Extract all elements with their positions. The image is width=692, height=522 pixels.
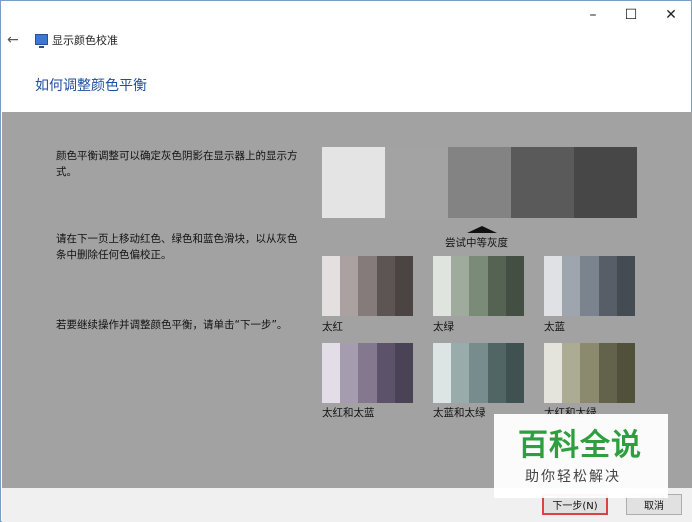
sample-label-too-green: 太绿 (433, 321, 454, 333)
sample-6-swatch-1 (544, 343, 563, 403)
sample-2-swatch-1 (433, 256, 452, 316)
sample-4-swatch-3 (358, 343, 377, 403)
sample-1-swatch-1 (322, 256, 341, 316)
sample-strip-too-green (433, 256, 525, 316)
sample-4-swatch-4 (376, 343, 395, 403)
reference-grayscale-strip (322, 147, 637, 218)
back-arrow-icon[interactable]: ← (7, 32, 23, 48)
instruction-text-1: 颜色平衡调整可以确定灰色阴影在显示器上的显示方式。 (56, 150, 298, 178)
sample-1-swatch-4 (376, 256, 395, 316)
sample-1-swatch-5 (394, 256, 414, 316)
watermark-overlay: 百科全说 助你轻松解决 (494, 414, 668, 498)
page-title: 如何调整颜色平衡 (35, 78, 147, 94)
minimize-button[interactable]: – (575, 1, 611, 29)
sample-1-swatch-2 (340, 256, 359, 316)
sample-4-swatch-2 (340, 343, 359, 403)
sample-6-swatch-3 (580, 343, 599, 403)
reference-label: 尝试中等灰度 (445, 237, 508, 249)
sample-2-swatch-2 (451, 256, 470, 316)
sample-label-too-blue: 太蓝 (544, 321, 565, 333)
sample-3-swatch-2 (562, 256, 581, 316)
sample-2-swatch-5 (505, 256, 525, 316)
sample-strip-too-blue (544, 256, 636, 316)
reference-swatch-3 (448, 147, 511, 218)
sample-5-swatch-3 (469, 343, 488, 403)
sample-6-swatch-5 (616, 343, 636, 403)
sample-2-swatch-3 (469, 256, 488, 316)
reference-swatch-2 (385, 147, 448, 218)
sample-4-swatch-1 (322, 343, 341, 403)
reference-swatch-4 (511, 147, 574, 218)
sample-5-swatch-5 (505, 343, 525, 403)
sample-label-too-red-blue: 太红和太蓝 (322, 407, 375, 419)
marker-triangle-icon (467, 226, 497, 233)
monitor-icon (35, 34, 48, 48)
sample-5-swatch-1 (433, 343, 452, 403)
sample-strip-too-red (322, 256, 414, 316)
sample-1-swatch-3 (358, 256, 377, 316)
sample-strip-too-red-green (544, 343, 636, 403)
sample-3-swatch-1 (544, 256, 563, 316)
sample-2-swatch-4 (487, 256, 506, 316)
sample-label-too-blue-green: 太蓝和太绿 (433, 407, 486, 419)
watermark-subtitle: 助你轻松解决 (525, 469, 621, 485)
sample-5-swatch-2 (451, 343, 470, 403)
sample-6-swatch-2 (562, 343, 581, 403)
sample-3-swatch-3 (580, 256, 599, 316)
sample-label-too-red: 太红 (322, 321, 343, 333)
sample-strip-too-red-blue (322, 343, 414, 403)
instruction-text-2: 请在下一页上移动红色、绿色和蓝色滑块，以从灰色条中删除任何色偏校正。 (56, 233, 298, 261)
sample-4-swatch-5 (394, 343, 414, 403)
maximize-button[interactable]: ☐ (613, 1, 649, 29)
watermark-title: 百科全说 (518, 428, 642, 463)
sample-6-swatch-4 (598, 343, 617, 403)
reference-swatch-5 (574, 147, 637, 218)
sample-3-swatch-5 (616, 256, 636, 316)
title-bar: – ☐ ✕ (1, 1, 691, 31)
sample-strip-too-blue-green (433, 343, 525, 403)
reference-swatch-1 (322, 147, 385, 218)
sample-3-swatch-4 (598, 256, 617, 316)
calibration-window: – ☐ ✕ ← 显示颜色校准 如何调整颜色平衡 颜色平衡调整可以确定灰色阴影在显… (0, 0, 692, 522)
app-title: 显示颜色校准 (52, 34, 118, 47)
close-button[interactable]: ✕ (653, 1, 689, 29)
instruction-text-3: 若要继续操作并调整颜色平衡，请单击“下一步”。 (56, 319, 288, 331)
sample-5-swatch-4 (487, 343, 506, 403)
